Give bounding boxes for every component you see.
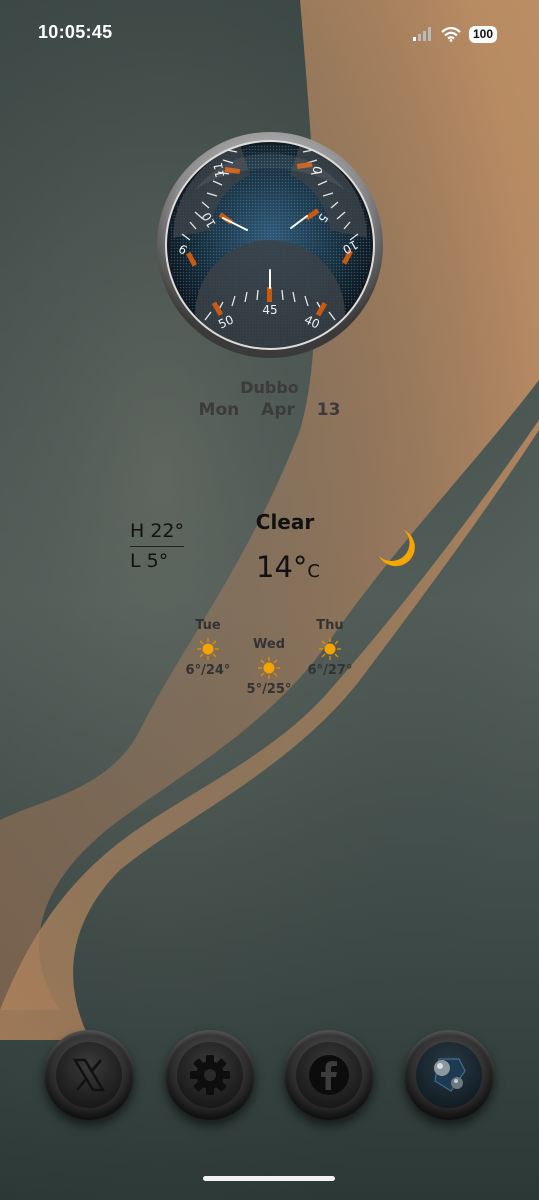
x-app-button[interactable] — [44, 1030, 134, 1120]
facebook-icon — [309, 1055, 349, 1095]
battery-icon: 100 — [468, 25, 497, 43]
x-app-button-face — [56, 1042, 122, 1108]
facebook-button[interactable] — [284, 1030, 374, 1120]
x-icon — [72, 1058, 106, 1092]
signal-icon — [412, 27, 431, 41]
home-indicator[interactable] — [203, 1176, 335, 1181]
forecast-day: Thu 6°/27° — [290, 618, 370, 678]
month-label: Apr — [261, 400, 295, 420]
temperature-value: 14° — [256, 550, 308, 584]
app-button-face — [416, 1042, 482, 1108]
current-temperature: 14°C — [256, 550, 320, 584]
moon-icon — [379, 530, 415, 567]
wifi-icon — [441, 26, 461, 42]
facebook-button-face — [296, 1042, 362, 1108]
forecast-temps: 6°/27° — [307, 663, 353, 678]
forecast-day-label: Thu — [316, 618, 344, 633]
low-temp: L 5° — [130, 550, 169, 572]
status-time: 10:05:45 — [38, 22, 113, 42]
app-button[interactable] — [404, 1030, 494, 1120]
weekday-label: Mon — [198, 400, 240, 420]
clock-widget[interactable]: 0 5 10 11 10 9 50 45 40 — [155, 130, 385, 360]
sun-icon — [197, 638, 219, 660]
settings-button-face — [177, 1042, 243, 1108]
temperature-unit: C — [307, 561, 320, 582]
status-icons: 100 — [412, 24, 497, 44]
forecast-temps: 5°/25° — [246, 682, 292, 697]
scale-label: 45 — [262, 303, 277, 317]
forecast-day-label: Tue — [195, 618, 221, 633]
city-label: Dubbo — [240, 378, 299, 397]
high-low-block: H 22° L 5° — [130, 518, 184, 575]
date-label: Mon Apr 13 — [0, 400, 539, 420]
weather-condition: Clear — [255, 510, 315, 534]
settings-button[interactable] — [165, 1030, 255, 1120]
sun-icon — [319, 638, 341, 660]
gear-icon — [190, 1055, 230, 1095]
high-temp: H 22° — [130, 518, 184, 547]
status-bar: 10:05:45 100 — [0, 0, 539, 70]
dock — [0, 1025, 539, 1125]
sun-icon — [258, 657, 280, 679]
app-icon — [434, 1058, 466, 1092]
day-label: 13 — [316, 400, 341, 420]
